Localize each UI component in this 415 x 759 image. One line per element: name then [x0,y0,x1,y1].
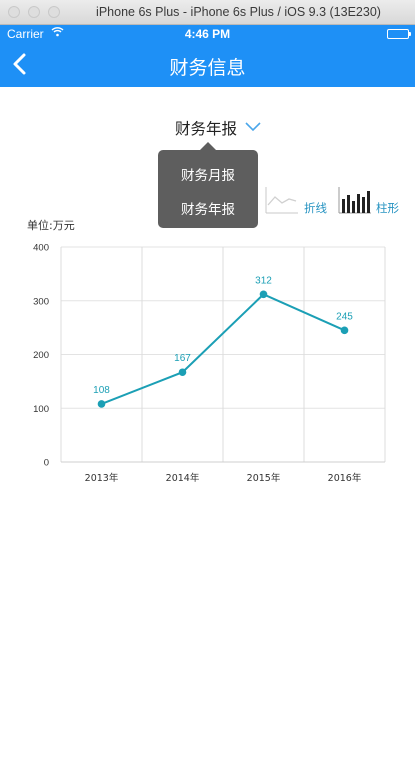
unit-label: 单位:万元 [27,219,75,232]
y-tick-label: 0 [44,458,49,469]
y-tick-label: 300 [33,296,49,307]
line-chart-icon[interactable] [263,185,299,215]
dropdown-option-monthly[interactable]: 财务月报 [158,164,258,184]
finance-line-chart: 0 100 200 300 400 2013年 2014年 2015年 2016年 108 167 3… [33,243,386,484]
y-tick-label: 200 [33,350,49,361]
data-label: 167 [174,353,191,364]
data-label: 312 [255,275,272,286]
report-type-selector[interactable]: 财务年报 [175,117,237,139]
bar-chart-icon[interactable] [336,185,372,215]
chevron-down-icon[interactable] [244,120,262,132]
dropdown-pointer [200,142,216,150]
report-type-dropdown: 财务月报 财务年报 [158,150,258,228]
x-tick-label: 2015年 [247,472,281,484]
y-tick-label: 400 [33,243,49,254]
window-title: iPhone 6s Plus - iPhone 6s Plus / iOS 9.… [96,5,381,19]
x-tick-label: 2016年 [328,472,362,484]
app-header: Carrier 4:46 PM 财务信息 [0,25,415,87]
battery-icon [387,29,411,39]
data-point [178,368,187,377]
line-chart-toggle[interactable]: 折线 [304,200,327,216]
x-tick-label: 2014年 [166,472,200,484]
status-time: 4:46 PM [184,27,231,41]
data-point [97,400,106,408]
minimize-window-button[interactable] [28,6,40,18]
dropdown-option-yearly[interactable]: 财务年报 [158,198,258,218]
x-tick-label: 2013年 [85,472,119,484]
bar-chart-toggle[interactable]: 柱形 [376,200,399,216]
close-window-button[interactable] [8,6,20,18]
zoom-window-button[interactable] [48,6,60,18]
y-tick-label: 100 [33,404,49,415]
simulator-title-bar: iPhone 6s Plus - iPhone 6s Plus / iOS 9.… [0,0,415,25]
page-title: 财务信息 [169,57,246,79]
data-label: 108 [93,385,110,396]
data-label: 245 [336,311,353,322]
data-point [340,326,349,335]
data-point [259,290,268,299]
